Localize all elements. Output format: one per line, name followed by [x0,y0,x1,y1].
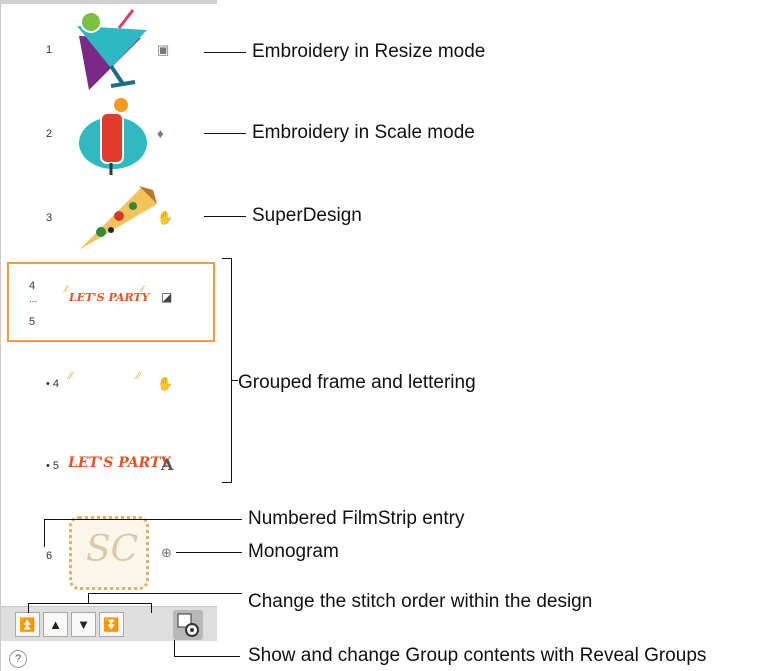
frame-decoration-left: ⁄⁄ [65,284,69,294]
entry-number-sub-5: • 5 [46,460,60,472]
callout-grouped: Grouped frame and lettering [238,372,476,393]
entry-number-3: 3 [46,212,53,224]
entry-number-1: 1 [46,44,53,56]
pizza-design-thumbnail [79,186,157,250]
move-up-button[interactable]: ▲ [43,612,68,637]
move-down-button[interactable]: ▼ [71,612,96,637]
callout-line-numbered [44,519,242,520]
monogram-thumbnail: SC [86,529,139,570]
entry-number-2: 2 [46,128,53,140]
lettering-icon: A [161,455,174,474]
entry-number-separator: ... [29,294,38,305]
entry-number-sub-4: • 4 [46,378,60,390]
scale-mode-icon: ♦ [157,126,164,141]
frame-corner-left: ⁄⁄ [69,370,73,382]
reveal-groups-button[interactable] [173,610,203,640]
callout-line-reveal [174,656,240,657]
filmstrip-entry-2[interactable] [71,95,156,180]
filmstrip-entry-6[interactable]: SC [69,516,149,590]
move-to-end-button[interactable]: ⏬ [99,612,124,637]
callout-numbered: Numbered FilmStrip entry [248,508,465,529]
entry-number-4: 4 [29,280,36,292]
frame-decoration-right: ⁄⁄ [141,284,145,294]
callout-line-monogram [176,552,242,553]
filmstrip-top-border [1,0,217,4]
callout-scale: Embroidery in Scale mode [252,122,475,143]
filmstrip-panel: 1 ▣ 2 ♦ 3 ✋ 4 ... 5 LET'S PARTY ⁄⁄ ⁄⁄ ◪ … [0,0,217,671]
lettering-thumbnail[interactable]: LET'S PARTY [68,455,170,471]
reveal-groups-icon [177,613,199,637]
superdesign-icon: ✋ [157,210,174,225]
callout-bracket-grouped [222,258,232,483]
callout-line-grouped [232,380,238,381]
callout-line-superdesign [204,216,246,217]
frame-corner-right: ⁄⁄ [137,370,141,382]
callout-superdesign: SuperDesign [252,205,362,226]
move-down-icon: ▼ [77,617,90,632]
filmstrip-entry-3[interactable] [71,182,159,256]
callout-bracket-stitch-order [28,603,152,613]
group-icon: ◪ [161,290,173,304]
callout-line-scale [204,133,246,134]
callout-line-resize [204,52,246,53]
callout-line-stitch-order-vert [88,593,89,603]
move-up-icon: ▲ [49,617,62,632]
cocktail-design-thumbnail [77,9,147,90]
drink-design-thumbnail [79,98,147,175]
entry-number-5: 5 [29,316,36,328]
resize-mode-icon: ▣ [157,42,170,57]
lets-party-thumbnail: LET'S PARTY [69,291,150,304]
callout-resize: Embroidery in Resize mode [252,41,486,62]
move-to-start-button[interactable]: ⏫ [15,612,40,637]
callout-line-stitch-order [88,593,242,594]
callout-stitch-order: Change the stitch order within the desig… [248,591,593,612]
callout-reveal: Show and change Group contents with Reve… [248,645,707,666]
callout-line-numbered-vert [44,519,45,547]
move-to-end-icon: ⏬ [103,616,120,632]
help-button[interactable]: ? [9,650,27,668]
callout-monogram: Monogram [248,541,339,562]
superdesign-icon: ✋ [157,376,174,391]
monogram-icon: ⊕ [161,545,172,560]
callout-line-reveal-vert [174,640,175,657]
move-to-start-icon: ⏫ [19,616,36,632]
entry-number-6: 6 [46,550,53,562]
filmstrip-entry-1[interactable] [71,8,151,94]
filmstrip-entry-sub-4[interactable]: ⁄⁄ ⁄⁄ [63,364,153,404]
